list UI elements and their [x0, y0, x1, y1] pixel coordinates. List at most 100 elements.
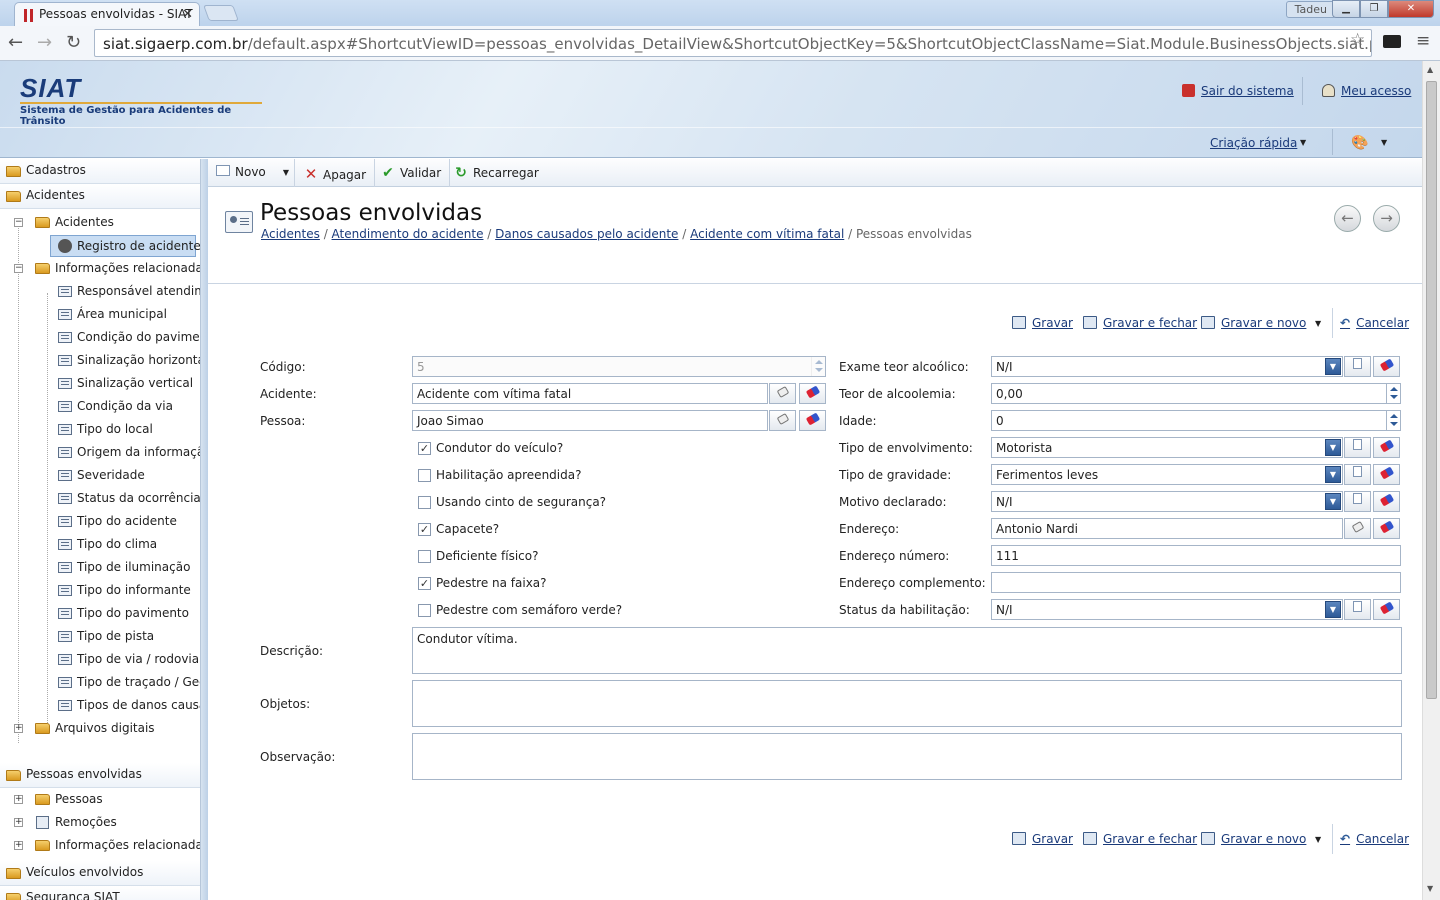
theme-dropdown-icon[interactable]: ▼ — [1381, 138, 1387, 147]
tree-leaf-item[interactable]: Área municipal — [58, 307, 167, 321]
motivo-clear-button[interactable] — [1373, 491, 1400, 512]
profile-badge[interactable]: Tadeu — [1285, 1, 1336, 18]
checkbox[interactable] — [418, 604, 431, 617]
envolvimento-select[interactable]: Motorista ▼ — [991, 437, 1343, 458]
idade-field[interactable]: 0 — [991, 410, 1401, 431]
tree-leaf-item[interactable]: Tipo do pavimento — [58, 606, 189, 620]
save-button[interactable]: Gravar — [1012, 316, 1073, 330]
teor-field[interactable]: 0,00 — [991, 383, 1401, 404]
close-tab-icon[interactable]: ✕ — [182, 7, 193, 22]
validate-button[interactable]: ✔ Validar — [373, 159, 451, 187]
menu-icon[interactable]: ≡ — [1416, 31, 1430, 51]
pessoa-clear-button[interactable] — [799, 410, 826, 431]
motivo-select[interactable]: N/I ▼ — [991, 491, 1343, 512]
cancel-button-bottom[interactable]: ↶ Cancelar — [1340, 832, 1409, 846]
motivo-new-button[interactable] — [1344, 491, 1371, 512]
breadcrumb-link-danos[interactable]: Danos causados pelo acidente — [495, 227, 678, 241]
next-record-button[interactable]: → — [1373, 205, 1400, 232]
new-tab-button[interactable] — [203, 5, 239, 21]
expand-icon[interactable]: + — [14, 795, 23, 804]
save-button-bottom[interactable]: Gravar — [1012, 832, 1073, 846]
endereco-find-button[interactable] — [1344, 518, 1371, 539]
tree-leaf-item[interactable]: Tipo de iluminação — [58, 560, 190, 574]
tree-leaf-item[interactable]: Tipo do local — [58, 422, 153, 436]
gravidade-select[interactable]: Ferimentos leves ▼ — [991, 464, 1343, 485]
bookmark-star-icon[interactable]: ☆ — [1350, 30, 1365, 50]
observacao-textarea[interactable] — [412, 733, 1402, 780]
nav-group-seguranca[interactable]: Segurança SIAT — [0, 886, 200, 900]
tree-node-arquivos[interactable]: Arquivos digitais — [35, 721, 155, 735]
exame-select[interactable]: N/I ▼ — [991, 356, 1343, 377]
exame-clear-button[interactable] — [1373, 356, 1400, 377]
minimize-button[interactable]: ▁ — [1332, 0, 1360, 18]
checkbox-label[interactable]: Pedestre na faixa? — [436, 576, 547, 590]
cancel-button[interactable]: ↶ Cancelar — [1340, 316, 1409, 330]
checkbox-label[interactable]: Usando cinto de segurança? — [436, 495, 606, 509]
page-scrollbar[interactable]: ▲ ▼ — [1422, 61, 1440, 900]
tree-leaf-item[interactable]: Condição do pavimento — [58, 330, 200, 344]
descricao-textarea[interactable]: Condutor vítima. — [412, 627, 1402, 674]
endereco-field[interactable]: Antonio Nardi — [991, 518, 1343, 539]
tree-node-acidentes[interactable]: Acidentes — [35, 215, 114, 229]
save-close-button[interactable]: Gravar e fechar — [1083, 316, 1197, 330]
gravidade-clear-button[interactable] — [1373, 464, 1400, 485]
pessoa-field[interactable]: Joao Simao — [412, 410, 768, 431]
quick-create-link[interactable]: Criação rápida — [1210, 136, 1297, 150]
address-bar[interactable]: siat.sigaerp.com.br/default.aspx#Shortcu… — [94, 29, 1372, 57]
endereco-clear-button[interactable] — [1373, 518, 1400, 539]
checkbox[interactable] — [418, 469, 431, 482]
tree-leaf-item[interactable]: Tipo de pista — [58, 629, 154, 643]
status-select[interactable]: N/I ▼ — [991, 599, 1343, 620]
expand-icon[interactable]: + — [14, 724, 23, 733]
save-close-button-bottom[interactable]: Gravar e fechar — [1083, 832, 1197, 846]
acidente-field[interactable]: Acidente com vítima fatal — [412, 383, 768, 404]
exame-new-button[interactable] — [1344, 356, 1371, 377]
tree-node-pessoas[interactable]: Pessoas — [35, 792, 103, 806]
dropdown-arrow-icon[interactable]: ▼ — [1325, 358, 1341, 375]
tree-leaf-item[interactable]: Condição da via — [58, 399, 173, 413]
checkbox-label[interactable]: Pedestre com semáforo verde? — [436, 603, 622, 617]
dropdown-arrow-icon[interactable]: ▼ — [1325, 493, 1341, 510]
my-access-link[interactable]: Meu acesso — [1322, 84, 1411, 98]
dropdown-arrow-icon[interactable]: ▼ — [1325, 439, 1341, 456]
save-new-button[interactable]: Gravar e novo — [1201, 316, 1306, 330]
expand-icon[interactable]: + — [14, 818, 23, 827]
logout-link[interactable]: Sair do sistema — [1182, 84, 1294, 98]
extension-icon[interactable] — [1383, 35, 1401, 48]
tree-leaf-item[interactable]: Tipo do informante — [58, 583, 191, 597]
nav-group-veiculos[interactable]: Veículos envolvidos — [0, 861, 200, 886]
teor-spinner[interactable] — [1386, 384, 1400, 403]
status-new-button[interactable] — [1344, 599, 1371, 620]
breadcrumb-link-acidentes[interactable]: Acidentes — [261, 227, 320, 241]
checkbox-label[interactable]: Capacete? — [436, 522, 499, 536]
scroll-down-icon[interactable]: ▼ — [1427, 884, 1433, 893]
sidebar-splitter[interactable] — [201, 159, 208, 900]
checkbox-label[interactable]: Habilitação apreendida? — [436, 468, 581, 482]
save-new-button-bottom[interactable]: Gravar e novo — [1201, 832, 1306, 846]
tree-node-registro-acidentes[interactable]: Registro de acidentes — [50, 235, 200, 257]
browser-tab[interactable]: Pessoas envolvidas - SIAT ✕ — [14, 2, 200, 26]
maximize-button[interactable]: ❐ — [1360, 0, 1388, 18]
siat-logo[interactable]: SIAT Sistema de Gestão para Acidentes de… — [20, 73, 262, 127]
reload-icon[interactable]: ↻ — [66, 32, 81, 53]
status-clear-button[interactable] — [1373, 599, 1400, 620]
nav-group-acidentes[interactable]: Acidentes — [0, 184, 200, 209]
collapse-icon[interactable]: − — [14, 218, 23, 227]
back-icon[interactable]: ← — [8, 32, 23, 53]
new-button[interactable]: Novo ▼ — [208, 159, 295, 187]
tree-leaf-item[interactable]: Tipos de danos causados — [58, 698, 200, 712]
scroll-up-icon[interactable]: ▲ — [1427, 65, 1433, 74]
tree-node-informacoes[interactable]: Informações relacionadas — [35, 261, 200, 275]
tree-leaf-item[interactable]: Tipo do clima — [58, 537, 157, 551]
save-dropdown-icon[interactable]: ▼ — [1315, 319, 1321, 328]
complemento-field[interactable] — [991, 572, 1401, 593]
forward-icon[interactable]: → — [37, 32, 52, 53]
theme-palette-icon[interactable]: 🎨 — [1351, 135, 1368, 151]
tree-leaf-item[interactable]: Sinalização vertical — [58, 376, 193, 390]
tree-node-pessoas-info[interactable]: Informações relacionadas — [35, 838, 200, 852]
breadcrumb-link-acidente[interactable]: Acidente com vítima fatal — [690, 227, 844, 241]
checkbox[interactable]: ✓ — [418, 577, 431, 590]
tree-leaf-item[interactable]: Origem da informação — [58, 445, 200, 459]
nav-group-pessoas[interactable]: Pessoas envolvidas — [0, 763, 200, 788]
acidente-clear-button[interactable] — [799, 383, 826, 404]
